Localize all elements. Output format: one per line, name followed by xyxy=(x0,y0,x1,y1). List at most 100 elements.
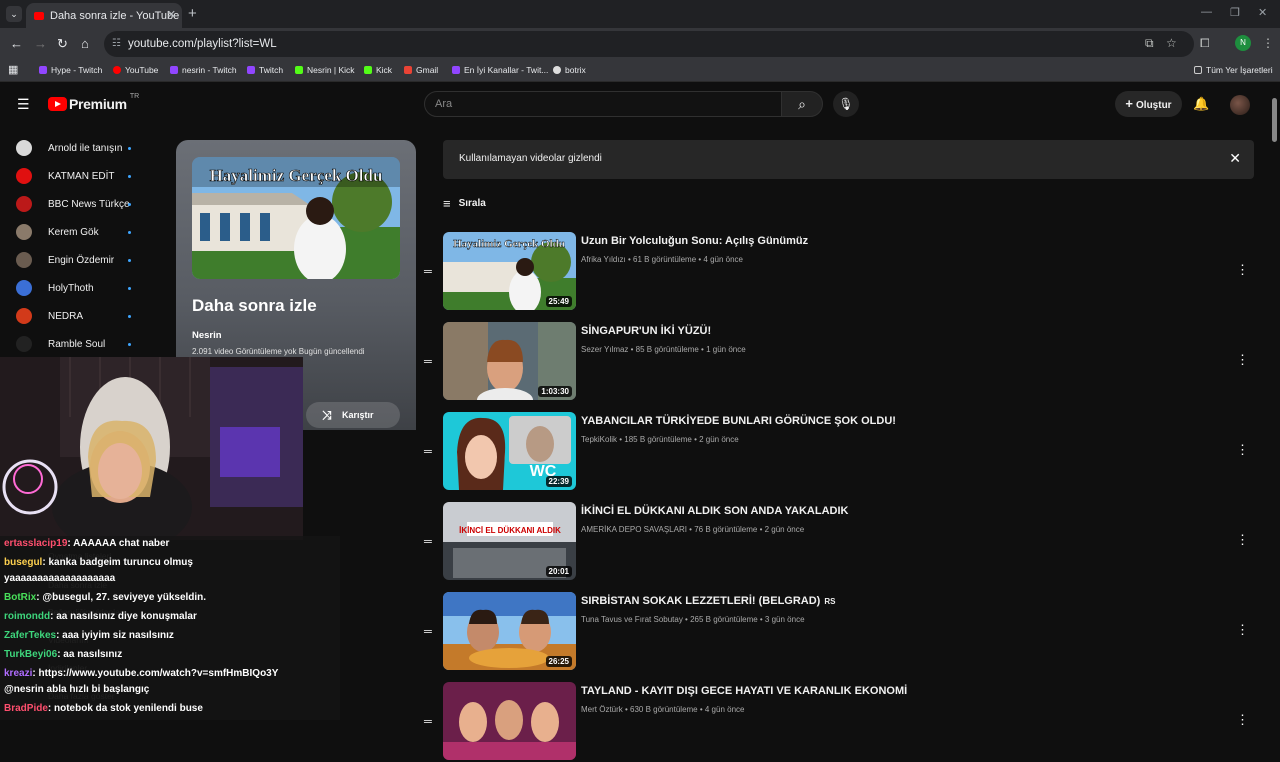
banner-text: Kullanılamayan videolar gizlendi xyxy=(459,153,602,164)
forward-icon[interactable]: → xyxy=(34,36,47,51)
tab-search-button[interactable]: ⌄ xyxy=(6,6,22,22)
live-dot-icon xyxy=(128,231,131,234)
account-avatar[interactable] xyxy=(1230,95,1250,115)
video-thumbnail[interactable]: İKİNCİ EL DÜKKANI ALDIK 20:01 xyxy=(443,502,576,580)
playlist-video-row[interactable]: ═ Hayalimiz Gerçek Oldu 25:49 Uzun Bir Yolc… xyxy=(420,232,1260,312)
video-meta: Tuna Tavus ve Fırat Sobutay • 265 B görü… xyxy=(581,615,805,624)
subscription-label: Engin Özdemir xyxy=(48,254,115,266)
video-thumbnail[interactable]: WC 22:39 xyxy=(443,412,576,490)
create-button[interactable]: + Oluştur xyxy=(1115,91,1182,117)
drag-handle-icon[interactable]: ═ xyxy=(424,626,432,638)
video-thumbnail[interactable] xyxy=(443,682,576,760)
video-thumbnail[interactable]: Hayalimiz Gerçek Oldu 25:49 xyxy=(443,232,576,310)
banner-close-icon[interactable]: ✕ xyxy=(1229,150,1241,167)
site-info-icon[interactable]: ☷ xyxy=(112,31,121,57)
install-app-icon[interactable]: ⧉ xyxy=(1145,36,1154,51)
video-title[interactable]: İKİNCİ EL DÜKKANI ALDIK SON ANDA YAKALAD… xyxy=(581,505,848,517)
drag-handle-icon[interactable]: ═ xyxy=(424,716,432,728)
bookmark-item[interactable]: Twitch xyxy=(247,65,283,75)
webcam-overlay xyxy=(0,357,303,540)
chat-text: : aa nasılsınız diye konuşmalar xyxy=(50,611,197,622)
video-duration: 25:49 xyxy=(545,296,572,307)
shuffle-button[interactable]: ⤨ Karıştır xyxy=(306,402,400,428)
video-title[interactable]: SIRBİSTAN SOKAK LEZZETLERİ! (BELGRAD) RS xyxy=(581,595,835,607)
restore-icon[interactable]: ❐ xyxy=(1230,6,1240,19)
page-scrollbar[interactable] xyxy=(1272,98,1277,142)
profile-avatar[interactable]: N xyxy=(1235,35,1251,51)
channel-avatar xyxy=(16,252,32,268)
chat-text: : kanka badgeim turuncu olmuş xyxy=(42,557,193,568)
subscription-item[interactable]: KATMAN EDİT xyxy=(16,166,146,186)
live-dot-icon xyxy=(128,259,131,262)
minimize-icon[interactable]: — xyxy=(1201,6,1212,18)
subscription-item[interactable]: HolyThoth xyxy=(16,278,146,298)
subscription-item[interactable]: NEDRA xyxy=(16,306,146,326)
window-close-icon[interactable]: ✕ xyxy=(1258,6,1267,19)
chat-text: yaaaaaaaaaaaaaaaaaaa xyxy=(4,573,116,584)
bookmark-star-icon[interactable]: ☆ xyxy=(1166,36,1177,50)
subscription-label: NEDRA xyxy=(48,310,84,322)
video-thumbnail[interactable]: 26:25 xyxy=(443,592,576,670)
subscription-item[interactable]: Kerem Gök xyxy=(16,222,146,242)
subscription-item[interactable]: Arnold ile tanışın xyxy=(16,138,146,158)
bookmark-item[interactable]: En İyi Kanallar - Twit... xyxy=(452,65,548,75)
bookmark-item[interactable]: Nesrin | Kick xyxy=(295,65,355,75)
subscription-item[interactable]: Engin Özdemir xyxy=(16,250,146,270)
notifications-bell-icon[interactable]: 🔔 xyxy=(1193,96,1209,112)
menu-kebab-icon[interactable]: ⋮ xyxy=(1262,36,1274,50)
playlist-video-row[interactable]: ═ TAYLAND - KAYIT DIŞI GECE HAYATI VE KAR… xyxy=(420,682,1260,762)
drag-handle-icon[interactable]: ═ xyxy=(424,446,432,458)
browser-tab-strip: ⌄ Daha sonra izle - YouTube ✕ + — ❐ ✕ xyxy=(0,0,1280,28)
bookmark-item[interactable]: Kick xyxy=(364,65,392,75)
video-more-options-icon[interactable]: ⋮ xyxy=(1236,532,1249,548)
back-icon[interactable]: ← xyxy=(10,36,23,51)
video-title[interactable]: YABANCILAR TÜRKİYEDE BUNLARI GÖRÜNCE ŞOK… xyxy=(581,415,896,427)
video-title[interactable]: TAYLAND - KAYIT DIŞI GECE HAYATI VE KARA… xyxy=(581,685,907,697)
video-more-options-icon[interactable]: ⋮ xyxy=(1236,442,1249,458)
playlist-video-row[interactable]: ═ 26:25 SIRBİSTAN SOKAK LEZZETLERİ! (BELGR… xyxy=(420,592,1260,672)
apps-grid-icon[interactable]: ▦ xyxy=(8,63,18,76)
playlist-video-row[interactable]: ═ WC 22:39 YABANCILAR TÜRKİYEDE BUNLARI GÖR… xyxy=(420,412,1260,492)
playlist-video-row[interactable]: ═ İKİNCİ EL DÜKKANI ALDIK 20:01 İKİNCİ EL D… xyxy=(420,502,1260,582)
playlist-owner[interactable]: Nesrin xyxy=(192,330,222,341)
drag-handle-icon[interactable]: ═ xyxy=(424,356,432,368)
drag-handle-icon[interactable]: ═ xyxy=(424,266,432,278)
video-more-options-icon[interactable]: ⋮ xyxy=(1236,622,1249,638)
browser-tab[interactable]: Daha sonra izle - YouTube ✕ xyxy=(26,3,182,28)
playlist-video-row[interactable]: ═ 1:03:30 SİNGAPUR'UN İKİ YÜZÜ! Sezer Yılma… xyxy=(420,322,1260,402)
subscription-item-partial[interactable] xyxy=(16,125,146,133)
search-icon[interactable]: ⌕ xyxy=(781,91,823,117)
video-more-options-icon[interactable]: ⋮ xyxy=(1236,352,1249,368)
sort-button[interactable]: ≡ Sırala xyxy=(443,196,486,211)
all-bookmarks-folder[interactable]: Tüm Yer İşaretleri xyxy=(1194,65,1273,75)
video-more-options-icon[interactable]: ⋮ xyxy=(1236,262,1249,278)
subscription-item[interactable]: BBC News Türkçe xyxy=(16,194,146,214)
live-dot-icon xyxy=(128,287,131,290)
bookmark-item[interactable]: Gmail xyxy=(404,65,438,75)
bookmark-item[interactable]: Hype - Twitch xyxy=(39,65,102,75)
youtube-premium-logo[interactable]: Premium TR xyxy=(48,93,139,112)
address-bar[interactable]: ☷ youtube.com/playlist?list=WL xyxy=(104,31,1194,57)
reload-icon[interactable]: ↻ xyxy=(57,36,68,52)
video-meta: TepkiKolik • 185 B görüntüleme • 2 gün ö… xyxy=(581,435,739,444)
extensions-icon[interactable]: ⧠ xyxy=(1200,36,1210,51)
video-title[interactable]: SİNGAPUR'UN İKİ YÜZÜ! xyxy=(581,325,711,337)
chat-text: : https://www.youtube.com/watch?v=smfHmB… xyxy=(32,668,279,679)
search-input[interactable]: Ara xyxy=(424,91,782,117)
video-title[interactable]: Uzun Bir Yolculuğun Sonu: Açılış Günümüz xyxy=(581,235,808,247)
bookmark-item[interactable]: nesrin - Twitch xyxy=(170,65,237,75)
subscription-item[interactable]: Ramble Soul xyxy=(16,334,146,354)
video-thumbnail[interactable]: 1:03:30 xyxy=(443,322,576,400)
chat-username: TurkBeyi06 xyxy=(4,649,58,660)
playlist-thumbnail[interactable]: Hayalimiz Gerçek Oldu xyxy=(192,157,400,279)
chat-text: : notebok da stok yenilendi buse xyxy=(47,703,203,714)
new-tab-button[interactable]: + xyxy=(188,5,197,22)
home-icon[interactable]: ⌂ xyxy=(81,36,89,51)
hamburger-menu-icon[interactable]: ☰ xyxy=(17,96,30,113)
tab-close-icon[interactable]: ✕ xyxy=(167,8,176,21)
drag-handle-icon[interactable]: ═ xyxy=(424,536,432,548)
bookmark-item[interactable]: botrix xyxy=(553,65,586,75)
video-more-options-icon[interactable]: ⋮ xyxy=(1236,712,1249,728)
bookmark-item[interactable]: YouTube xyxy=(113,65,158,75)
microphone-icon[interactable]: 🎙 xyxy=(833,91,859,117)
